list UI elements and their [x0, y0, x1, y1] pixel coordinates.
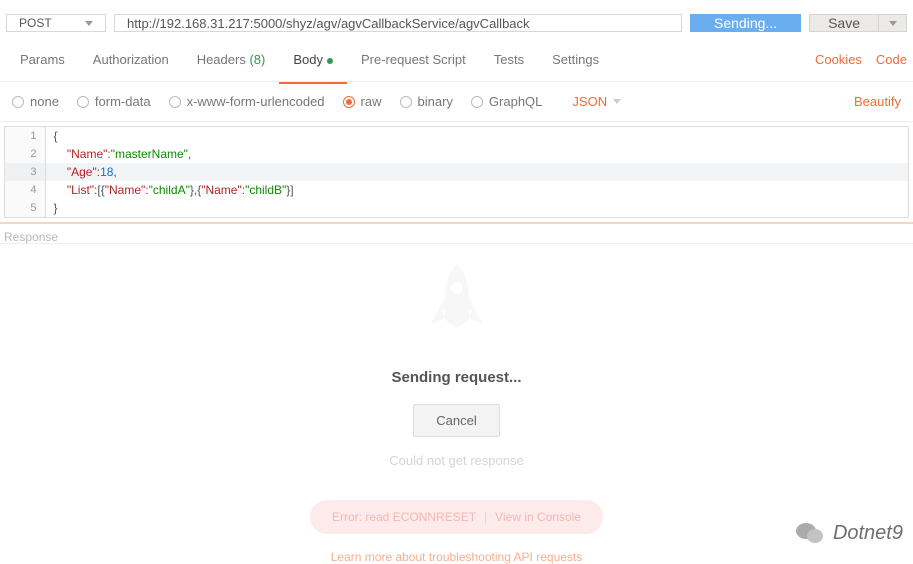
- save-button[interactable]: Save: [809, 14, 879, 32]
- tab-body-label: Body: [293, 52, 323, 67]
- tab-tests[interactable]: Tests: [480, 42, 538, 77]
- radio-none[interactable]: none: [12, 94, 59, 109]
- wechat-icon: [795, 520, 825, 546]
- watermark-text: Dotnet9: [833, 522, 903, 545]
- radio-icon: [343, 96, 355, 108]
- chevron-down-icon: [85, 21, 93, 26]
- editor-line: 5}: [5, 199, 908, 217]
- line-code[interactable]: "Age":18,: [45, 163, 908, 181]
- line-code[interactable]: }: [45, 199, 908, 217]
- url-box: [114, 14, 682, 32]
- response-area: Sending request... Cancel Could not get …: [0, 244, 913, 564]
- could-not-text: Could not get response: [0, 453, 913, 468]
- tab-settings[interactable]: Settings: [538, 42, 613, 77]
- chevron-down-icon: [613, 99, 621, 104]
- radio-graphql-label: GraphQL: [489, 94, 542, 109]
- radio-xwww-label: x-www-form-urlencoded: [187, 94, 325, 109]
- radio-form-data[interactable]: form-data: [77, 94, 151, 109]
- headers-count: (8): [249, 52, 265, 67]
- method-label: POST: [19, 16, 52, 30]
- chevron-down-icon: [889, 21, 897, 26]
- radio-xwww[interactable]: x-www-form-urlencoded: [169, 94, 325, 109]
- editor-table: 1{2 "Name":"masterName",3 "Age":18,4 "Li…: [5, 127, 908, 217]
- learn-more-link[interactable]: Learn more about troubleshooting API req…: [0, 550, 913, 564]
- tab-authorization[interactable]: Authorization: [79, 42, 183, 77]
- body-type-label: JSON: [572, 94, 607, 109]
- line-number: 2: [5, 145, 45, 163]
- cookies-link[interactable]: Cookies: [815, 52, 862, 67]
- view-console-link[interactable]: View in Console: [495, 510, 581, 524]
- rocket-icon: [417, 260, 497, 350]
- watermark: Dotnet9: [795, 520, 903, 546]
- tab-params[interactable]: Params: [6, 42, 79, 77]
- request-bar: POST Sending... Save: [0, 0, 913, 44]
- radio-none-label: none: [30, 94, 59, 109]
- radio-icon: [400, 96, 412, 108]
- editor-line: 1{: [5, 127, 908, 145]
- line-number: 1: [5, 127, 45, 145]
- url-input[interactable]: [115, 15, 681, 31]
- cancel-button[interactable]: Cancel: [413, 404, 499, 437]
- radio-raw-label: raw: [361, 94, 382, 109]
- request-tabs: Params Authorization Headers (8) Body Pr…: [0, 44, 913, 82]
- save-group: Save: [809, 14, 907, 32]
- method-select[interactable]: POST: [6, 14, 106, 32]
- radio-icon: [77, 96, 89, 108]
- editor-line: 4 "List":[{"Name":"childA"},{"Name":"chi…: [5, 181, 908, 199]
- radio-icon: [471, 96, 483, 108]
- editor-line: 2 "Name":"masterName",: [5, 145, 908, 163]
- code-link[interactable]: Code: [876, 52, 907, 67]
- radio-icon: [12, 96, 24, 108]
- response-section-label: Response: [0, 222, 913, 244]
- tab-body[interactable]: Body: [279, 42, 347, 77]
- send-button[interactable]: Sending...: [690, 14, 801, 32]
- radio-icon: [169, 96, 181, 108]
- line-code[interactable]: "List":[{"Name":"childA"},{"Name":"child…: [45, 181, 908, 199]
- radio-binary-label: binary: [418, 94, 453, 109]
- save-dropdown[interactable]: [879, 14, 907, 32]
- body-editor[interactable]: 1{2 "Name":"masterName",3 "Age":18,4 "Li…: [4, 126, 909, 218]
- pill-separator: |: [484, 510, 487, 524]
- radio-raw[interactable]: raw: [343, 94, 382, 109]
- body-type-select[interactable]: JSON: [572, 94, 621, 109]
- radio-graphql[interactable]: GraphQL: [471, 94, 542, 109]
- sending-status: Sending request...: [0, 369, 913, 386]
- line-code[interactable]: {: [45, 127, 908, 145]
- body-type-bar: none form-data x-www-form-urlencoded raw…: [0, 82, 913, 122]
- body-dot-icon: [327, 58, 333, 64]
- beautify-link[interactable]: Beautify: [854, 94, 901, 109]
- tab-headers-label: Headers: [197, 52, 246, 67]
- editor-line: 3 "Age":18,: [5, 163, 908, 181]
- line-number: 4: [5, 181, 45, 199]
- line-number: 3: [5, 163, 45, 181]
- radio-form-data-label: form-data: [95, 94, 151, 109]
- radio-binary[interactable]: binary: [400, 94, 453, 109]
- line-code[interactable]: "Name":"masterName",: [45, 145, 908, 163]
- line-number: 5: [5, 199, 45, 217]
- tab-prerequest[interactable]: Pre-request Script: [347, 42, 480, 77]
- tab-headers[interactable]: Headers (8): [183, 42, 280, 77]
- error-pill: Error: read ECONNRESET | View in Console: [310, 500, 603, 534]
- error-text: Error: read ECONNRESET: [332, 510, 476, 524]
